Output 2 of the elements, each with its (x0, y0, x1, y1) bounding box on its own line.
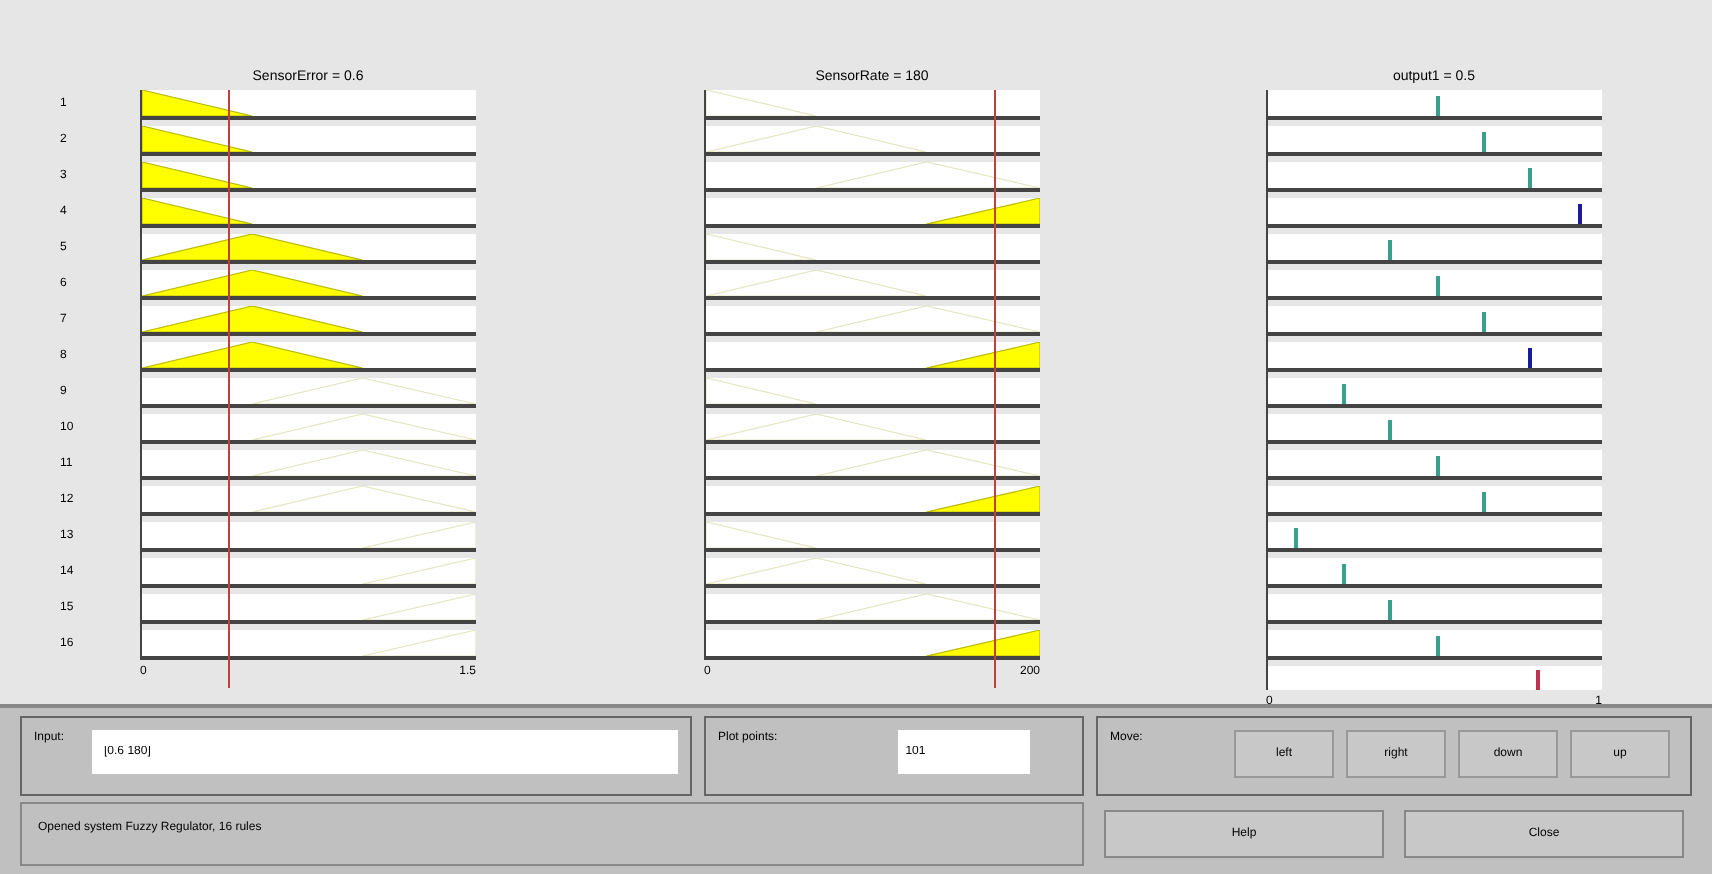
cursor-line[interactable] (993, 90, 996, 688)
cursor-line[interactable] (228, 90, 231, 688)
